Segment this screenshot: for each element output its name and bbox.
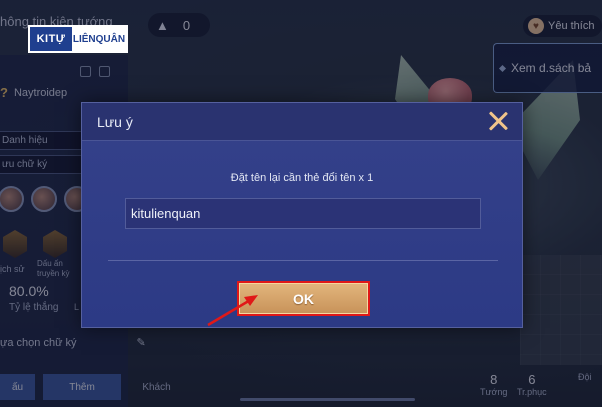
ok-highlight-box: OK: [237, 281, 370, 316]
dialog-header: Lưu ý: [82, 103, 522, 141]
close-icon[interactable]: [486, 109, 510, 133]
logo-left-text: KITỰ: [30, 27, 72, 51]
dialog-title: Lưu ý: [97, 114, 133, 130]
name-input[interactable]: [125, 198, 481, 229]
logo-right-text: LIÊNQUÂN: [72, 33, 126, 45]
rename-dialog: Lưu ý Đặt tên lại cần thẻ đổi tên x 1 OK: [81, 102, 523, 328]
site-logo: KITỰ LIÊNQUÂN: [28, 25, 128, 53]
ok-button[interactable]: OK: [239, 283, 368, 314]
dialog-message: Đặt tên lại cần thẻ đổi tên x 1: [230, 172, 374, 184]
dialog-divider: [108, 260, 498, 261]
